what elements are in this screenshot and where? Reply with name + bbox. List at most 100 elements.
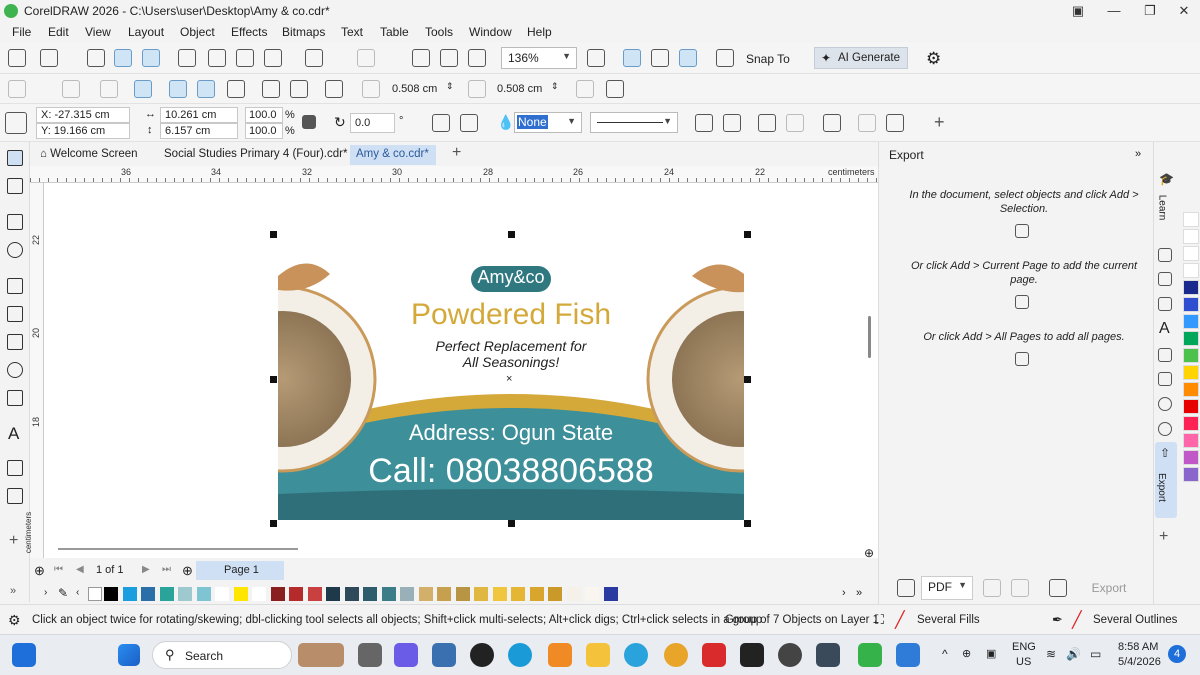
wrap-text-icon[interactable] (695, 114, 713, 132)
taskbar-search[interactable]: ⚲ Search (152, 641, 292, 669)
spinner-icon[interactable]: ⇕ (551, 81, 559, 92)
color-swatch[interactable] (326, 587, 340, 601)
selection-handle[interactable] (270, 520, 277, 527)
align-icon[interactable] (100, 80, 118, 98)
color-swatch[interactable] (178, 587, 192, 601)
menu-text[interactable]: Text (341, 25, 363, 39)
color-swatch[interactable] (455, 587, 470, 601)
spinner-icon[interactable]: ⇕ (446, 81, 454, 92)
effects-panel-icon[interactable] (1158, 397, 1172, 411)
page-1-tab[interactable]: Page 1 (196, 561, 284, 580)
delete-icon[interactable] (1011, 579, 1029, 597)
objects-icon[interactable] (886, 114, 904, 132)
color-swatch[interactable] (400, 587, 414, 601)
tray-network-icon[interactable]: ⊕ (962, 647, 971, 660)
vertical-scrollbar[interactable] (868, 316, 871, 358)
undo-icon[interactable] (305, 49, 323, 67)
color-swatch[interactable] (289, 587, 303, 601)
color-swatch[interactable] (603, 587, 618, 601)
telegram-icon[interactable] (624, 643, 648, 667)
align-panel-icon[interactable] (1158, 297, 1172, 311)
color-swatch[interactable] (233, 587, 248, 601)
zoom-navigator-icon[interactable]: ⊕ (864, 546, 874, 560)
color-swatch[interactable] (159, 587, 174, 601)
color-swatch[interactable] (1183, 399, 1199, 414)
maximize-button[interactable]: ❐ (1138, 2, 1162, 20)
widgets-icon[interactable] (12, 643, 36, 667)
redo-icon[interactable] (357, 49, 375, 67)
color-swatch[interactable] (196, 587, 211, 601)
notepad-icon[interactable] (896, 643, 920, 667)
lock-ratio-icon[interactable] (576, 80, 594, 98)
color-swatch[interactable] (1183, 365, 1199, 380)
full-screen-icon[interactable] (587, 49, 605, 67)
selection-handle[interactable] (744, 376, 751, 383)
color-swatch[interactable] (1183, 246, 1199, 261)
volume-icon[interactable]: 🔊 (1066, 647, 1081, 661)
tab-social-studies[interactable]: Social Studies Primary 4 (Four).cdr* (158, 145, 353, 165)
print-icon[interactable] (178, 49, 196, 67)
selection-handle[interactable] (270, 231, 277, 238)
status-gear-icon[interactable]: ⚙ (8, 612, 21, 629)
text-tool-icon[interactable]: A (8, 424, 19, 444)
cloud-upload-icon[interactable] (142, 49, 160, 67)
selection-handle[interactable] (744, 520, 751, 527)
add-export-icon[interactable] (897, 579, 915, 597)
scale-width-field[interactable]: 100.0 (245, 107, 283, 123)
selection-handle[interactable] (508, 520, 515, 527)
distribute-icon[interactable] (262, 80, 280, 98)
palette-expand-icon[interactable]: › (44, 587, 47, 598)
interactive-fill-icon[interactable] (7, 488, 23, 504)
selection-handle[interactable] (744, 231, 751, 238)
outline-style-select[interactable]: ▼ (590, 112, 678, 133)
align-distribute-icon[interactable] (823, 114, 841, 132)
capcut-icon[interactable] (740, 643, 764, 667)
menu-window[interactable]: Window (469, 25, 512, 39)
layers-icon[interactable] (858, 114, 876, 132)
color-swatch[interactable] (511, 587, 525, 601)
color-swatch[interactable] (381, 587, 396, 601)
color-swatch[interactable] (585, 587, 599, 601)
file-explorer-icon[interactable] (586, 643, 610, 667)
prev-page-icon[interactable]: ◀ (76, 564, 84, 575)
mirror-horizontal-icon[interactable] (432, 114, 450, 132)
color-swatch[interactable] (363, 587, 377, 601)
tab-welcome-screen[interactable]: ⌂ Welcome Screen (34, 145, 144, 165)
crop-icon[interactable] (62, 80, 80, 98)
cut-icon[interactable] (208, 49, 226, 67)
rotation-field[interactable]: 0.0 (350, 113, 395, 133)
color-swatch[interactable] (141, 587, 155, 601)
crop-tool-icon[interactable] (7, 214, 23, 230)
menu-object[interactable]: Object (180, 25, 215, 39)
no-color-swatch[interactable] (88, 587, 102, 601)
color-swatch[interactable] (437, 587, 451, 601)
lock-icon[interactable] (302, 115, 316, 129)
horizontal-scrollbar[interactable] (58, 548, 298, 550)
chrome-icon[interactable] (664, 643, 688, 667)
color-swatch[interactable] (529, 587, 544, 601)
tray-app-icon[interactable]: ▣ (986, 647, 996, 660)
outline-info[interactable]: Several Outlines (1093, 614, 1177, 626)
eyedropper-icon[interactable]: ✎ (58, 586, 68, 600)
ai-generate-button[interactable]: ✦ AI Generate (814, 47, 908, 69)
add-page-end-icon[interactable]: ⊕ (182, 563, 193, 579)
export-button[interactable]: Export (1071, 576, 1147, 600)
add-current-page-icon[interactable] (1015, 295, 1029, 309)
fill-info[interactable]: Several Fills (917, 614, 980, 626)
selection-handle[interactable] (508, 231, 515, 238)
add-page-icon[interactable]: ⊕ (34, 563, 45, 579)
paste-icon[interactable] (264, 49, 282, 67)
transform-panel-icon[interactable] (1158, 348, 1172, 362)
pick-tool-icon[interactable] (7, 150, 23, 166)
open-folder-icon[interactable] (40, 49, 58, 67)
snap-magnet-icon[interactable] (716, 49, 734, 67)
ellipse-tool-icon[interactable] (7, 362, 23, 378)
clock-date[interactable]: 5/4/2026 (1118, 656, 1161, 668)
palette-expand-right-icon[interactable]: » (856, 587, 862, 599)
color-swatch[interactable] (344, 587, 359, 601)
table-panel-icon[interactable] (1158, 372, 1172, 386)
corner-horizontal-value[interactable]: 0.508 cm (392, 83, 437, 95)
expand-icon[interactable]: » (10, 585, 16, 597)
settings-icon[interactable] (816, 643, 840, 667)
color-panel-icon[interactable] (1158, 422, 1172, 436)
